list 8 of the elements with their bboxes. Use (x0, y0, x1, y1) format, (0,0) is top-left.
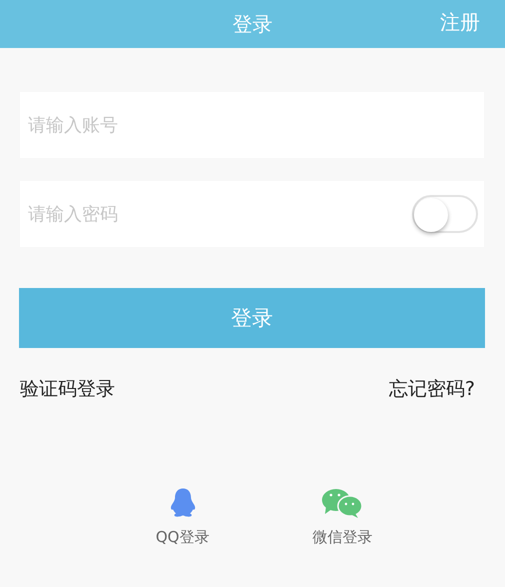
social-login-label[interactable]: 微信登录 (312, 528, 372, 547)
account-field[interactable]: 请输入账号 (20, 92, 484, 158)
password-field[interactable]: 请输入密码 (20, 181, 484, 247)
page-title: 登录 (232, 10, 272, 38)
sms-login-link[interactable]: 验证码登录 (20, 376, 115, 402)
forgot-password-link[interactable]: 忘记密码? (388, 376, 475, 402)
social-login-label[interactable]: QQ登录 (156, 528, 210, 547)
chat-bubbles-icon[interactable] (322, 488, 363, 518)
